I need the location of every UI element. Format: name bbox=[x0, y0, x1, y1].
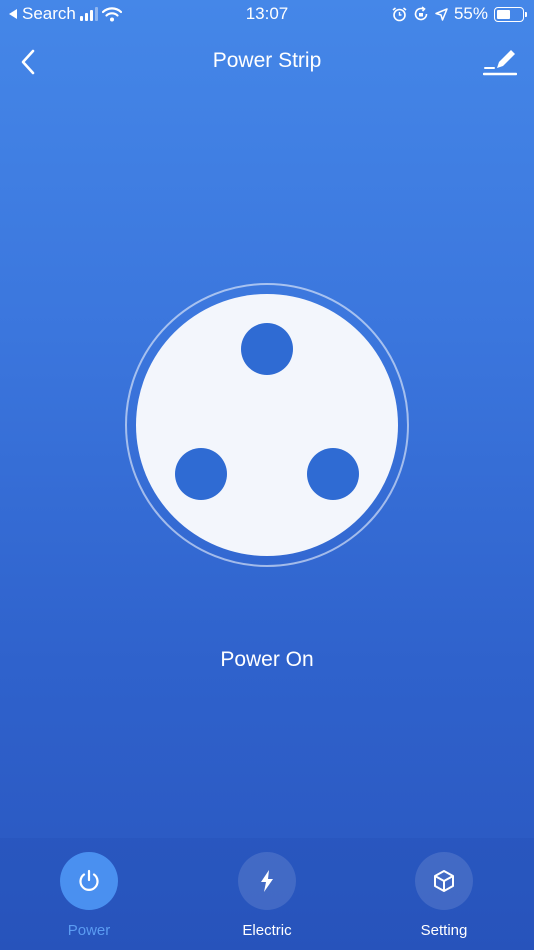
power-icon bbox=[79, 869, 99, 891]
tab-setting-label: Setting bbox=[420, 922, 468, 939]
status-bar-right: 55% bbox=[392, 4, 527, 24]
location-icon bbox=[435, 7, 448, 21]
tab-power[interactable]: Power bbox=[39, 852, 139, 939]
power-status-label: Power On bbox=[220, 648, 314, 671]
battery-percent: 55% bbox=[453, 4, 488, 23]
cube-icon bbox=[434, 870, 454, 892]
tab-power-circle bbox=[60, 852, 118, 910]
tab-electric-label: Electric bbox=[242, 922, 292, 939]
page-title: Power Strip bbox=[212, 49, 322, 72]
tab-bar: Power Electric Setting bbox=[0, 838, 534, 950]
tab-power-label: Power bbox=[67, 922, 111, 939]
tab-electric[interactable]: Electric bbox=[217, 852, 317, 939]
socket-pin-top bbox=[241, 323, 293, 375]
tab-setting-circle bbox=[415, 852, 473, 910]
socket-pin-left bbox=[175, 448, 227, 500]
status-bar: Search 13:07 55% bbox=[0, 0, 534, 30]
battery-level-fill bbox=[497, 9, 511, 19]
socket-pin-right bbox=[307, 448, 359, 500]
edit-icon bbox=[483, 50, 517, 76]
edit-button[interactable] bbox=[480, 44, 520, 80]
alarm-icon bbox=[392, 6, 407, 21]
tab-electric-circle bbox=[238, 852, 296, 910]
lightning-icon bbox=[261, 870, 273, 892]
battery-icon bbox=[494, 6, 527, 22]
rotation-lock-icon bbox=[414, 6, 428, 21]
tab-setting[interactable]: Setting bbox=[394, 852, 494, 939]
nav-bar: Power Strip bbox=[0, 40, 534, 84]
